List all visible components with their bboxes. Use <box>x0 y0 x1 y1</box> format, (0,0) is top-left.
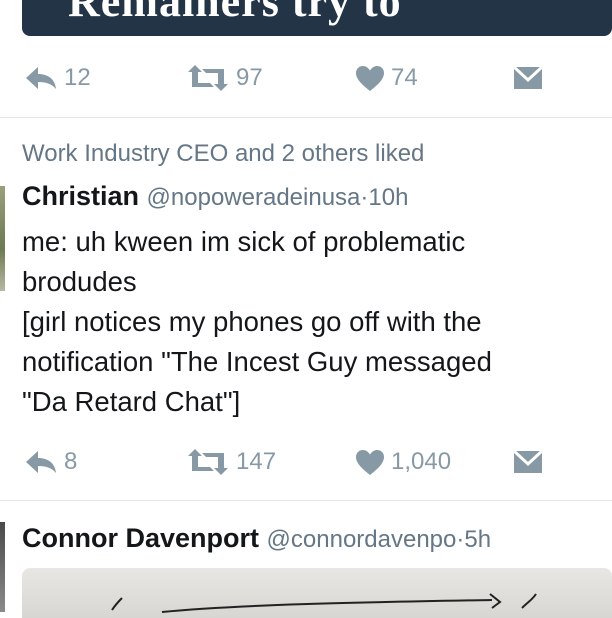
tweet-timestamp[interactable]: 5h <box>464 526 491 553</box>
tweet-divider <box>0 117 612 118</box>
media-card-top[interactable]: Remainers try to <box>22 0 612 36</box>
author-handle[interactable]: @nopoweradeinusa <box>147 184 361 211</box>
retweet-count: 147 <box>236 448 277 475</box>
heart-icon <box>356 449 384 475</box>
tweet-media-image[interactable] <box>22 568 612 618</box>
avatar[interactable] <box>0 186 5 291</box>
sketch-lines <box>111 593 537 613</box>
tweet-header: Connor Davenport @connordavenpo·5h <box>22 523 491 554</box>
retweet-icon <box>188 65 228 91</box>
like-button[interactable]: 74 <box>355 64 418 92</box>
retweet-button[interactable]: 97 <box>186 64 263 92</box>
envelope-icon <box>513 66 543 89</box>
reply-arrow-icon <box>26 451 56 473</box>
like-count: 1,040 <box>391 448 452 475</box>
tweet-timestamp[interactable]: 10h <box>368 184 408 211</box>
retweet-count: 97 <box>236 64 263 91</box>
retweet-icon <box>188 449 228 475</box>
direct-message-button[interactable] <box>513 450 543 474</box>
reply-count: 12 <box>64 64 91 91</box>
reply-arrow-icon <box>26 67 56 89</box>
author-name[interactable]: Connor Davenport <box>22 523 259 553</box>
tweet-header: Christian @nopoweradeinusa·10h <box>22 181 408 212</box>
media-card-headline: Remainers try to <box>68 0 402 26</box>
social-context[interactable]: Work Industry CEO and 2 others liked <box>22 140 424 168</box>
direct-message-button[interactable] <box>513 66 543 90</box>
reply-count: 8 <box>64 448 78 475</box>
reply-button[interactable]: 12 <box>24 64 91 92</box>
author-handle[interactable]: @connordavenpo <box>267 526 457 553</box>
like-button[interactable]: 1,040 <box>355 448 451 476</box>
heart-icon <box>356 65 384 91</box>
author-name[interactable]: Christian <box>22 181 139 211</box>
like-count: 74 <box>391 64 418 91</box>
reply-button[interactable]: 8 <box>24 448 77 476</box>
tweet-text: me: uh kween im sick of problematic brod… <box>22 226 492 417</box>
tweet-divider <box>0 500 612 501</box>
envelope-icon <box>513 450 543 473</box>
retweet-button[interactable]: 147 <box>186 448 276 476</box>
avatar[interactable] <box>0 522 5 612</box>
